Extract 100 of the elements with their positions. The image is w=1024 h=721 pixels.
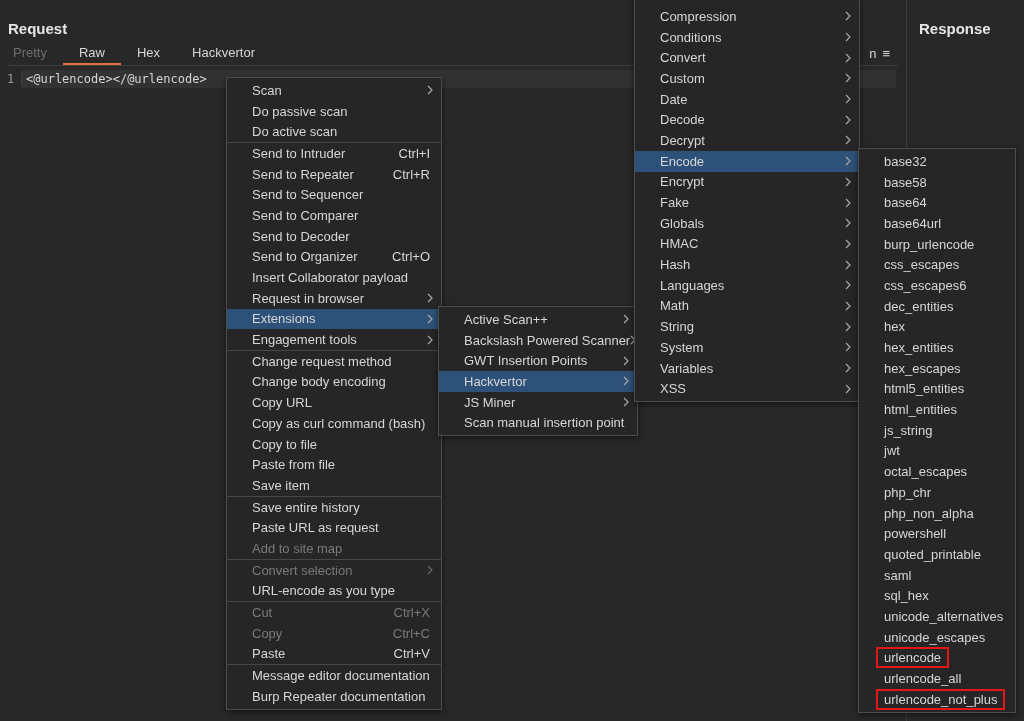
menu-item[interactable]: JS Miner [439,391,637,413]
menu-item[interactable]: Hackvertor [439,371,637,392]
menu-item[interactable]: Encrypt [635,171,859,193]
menu-item[interactable]: Insert Collaborator payload [227,267,441,288]
menu-item[interactable]: Change request method [227,350,441,372]
menu-item[interactable]: XSS [635,378,859,400]
menu-item[interactable]: Decode [635,109,859,131]
menu-item[interactable]: base64url [876,212,950,234]
menu-item[interactable]: base32 [876,150,935,172]
menu-item[interactable]: Convert [635,47,859,69]
menu-item[interactable]: Hash [635,254,859,275]
chevron-right-icon [623,376,629,387]
menu-item[interactable]: octal_escapes [876,461,976,483]
menu-item[interactable]: Date [635,88,859,110]
chevron-right-icon [845,383,851,394]
menu-item[interactable]: js_string [876,419,941,441]
chevron-right-icon [845,94,851,105]
menu-item[interactable]: Conditions [635,26,859,48]
menu-item[interactable]: urlencode_not_plus [876,688,1006,710]
menu-item[interactable]: hex [876,316,913,338]
menu-item[interactable]: powershell [876,523,955,545]
menu-item[interactable]: base58 [876,171,935,193]
chevron-right-icon [427,313,433,324]
menu-item[interactable]: burp_urlencode [876,233,983,255]
editor-tab[interactable]: Hex [121,41,177,65]
menu-item[interactable]: saml [876,564,920,586]
menu-item[interactable]: Copy as curl command (bash) [227,413,441,434]
menu-item[interactable]: Request in browser [227,287,441,309]
menu-item[interactable]: Custom [635,68,859,89]
menu-item[interactable]: Paste from file [227,454,441,476]
menu-item[interactable]: Fake [635,192,859,213]
chevron-right-icon [427,293,433,304]
menu-item[interactable]: css_escapes6 [876,274,975,296]
menu-item[interactable]: Globals [635,212,859,234]
menu-item[interactable]: php_chr [876,481,939,503]
menu-item[interactable]: unicode_alternatives [876,605,1012,627]
chevron-right-icon [845,135,851,146]
chevron-right-icon [845,300,851,311]
menu-item[interactable]: Active Scan++ [439,309,637,330]
menu-item[interactable]: Save item [227,475,441,496]
menu-item[interactable]: Change body encoding [227,371,441,393]
menu-item[interactable]: css_escapes [876,254,968,276]
menu-item[interactable]: unicode_escapes [876,626,994,648]
menu-item[interactable]: html_entities [876,399,965,421]
menu-item[interactable]: urlencode [876,647,950,669]
menu-item[interactable]: String [635,316,859,337]
menu-item[interactable]: jwt [876,440,908,462]
menu-item[interactable]: Send to Organizer Ctrl+O [227,246,441,268]
menu-item[interactable]: Scan manual insertion point [439,412,637,434]
editor-tab[interactable]: Raw [62,41,121,65]
menu-item[interactable]: Engagement tools [227,329,441,350]
menu-item[interactable]: sql_hex [876,585,937,607]
menu-item[interactable]: Send to Comparer [227,205,441,226]
menu-item[interactable]: Paste Ctrl+V [227,643,441,665]
chevron-right-icon [845,156,851,167]
menu-item[interactable]: HMAC [635,233,859,255]
menu-item[interactable]: quoted_printable [876,543,989,565]
menu-item[interactable]: Compression [635,6,859,27]
menu-icon[interactable]: ≡ [876,46,898,65]
menu-item[interactable]: Extensions [227,308,441,330]
menu-item[interactable]: Do passive scan [227,100,441,122]
tab-label[interactable]: n [869,46,877,65]
menu-item[interactable]: php_non_alpha [876,502,982,524]
menu-item[interactable]: Languages [635,274,859,296]
menu-item[interactable]: Paste URL as request [227,517,441,539]
menu-item[interactable]: Encode [635,150,859,172]
editor-tab[interactable]: Hackvertor [176,41,271,65]
menu-item[interactable]: Math [635,295,859,317]
menu-item[interactable]: Copy URL [227,392,441,413]
menu-item[interactable]: html5_entities [876,378,973,400]
menu-item[interactable]: Send to Sequencer [227,184,441,206]
chevron-right-icon [623,397,629,408]
menu-item[interactable]: Decrypt [635,130,859,151]
chevron-right-icon [845,259,851,270]
chevron-right-icon [845,342,851,353]
menu-item[interactable]: hex_entities [876,337,962,359]
menu-item[interactable]: Send to Repeater Ctrl+R [227,163,441,185]
menu-item[interactable]: Send to Decoder [227,225,441,247]
chevron-right-icon [845,52,851,63]
menu-item[interactable]: GWT Insertion Points [439,350,637,372]
menu-item[interactable]: Burp Repeater documentation [227,685,441,707]
menu-item[interactable]: Send to Intruder Ctrl+I [227,143,441,164]
chevron-right-icon [845,197,851,208]
menu-item[interactable]: dec_entities [876,295,962,317]
menu-item[interactable]: urlencode_all [876,668,970,690]
menu-item[interactable]: Do active scan [227,121,441,143]
chevron-right-icon [845,73,851,84]
menu-item[interactable]: System [635,337,859,358]
menu-item[interactable]: Message editor documentation [227,665,441,686]
chevron-right-icon [845,11,851,22]
menu-item[interactable]: base64 [876,192,935,214]
chevron-right-icon [427,85,433,96]
menu-item[interactable]: Save entire history [227,496,441,518]
chevron-right-icon [845,176,851,187]
menu-item[interactable]: URL-encode as you type [227,580,441,602]
menu-item[interactable]: hex_escapes [876,357,969,379]
menu-item[interactable]: Variables [635,357,859,379]
menu-item[interactable]: Copy to file [227,433,441,455]
chevron-right-icon [845,114,851,125]
chevron-right-icon [845,321,851,332]
